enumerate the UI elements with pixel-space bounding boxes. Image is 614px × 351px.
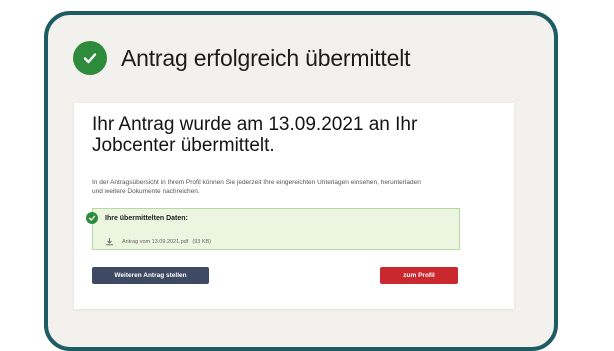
file-size: (93 KB) (192, 239, 212, 245)
submitted-data-box: Ihre übermittelten Daten: Antrag vom 13.… (86, 208, 460, 251)
success-header: Antrag erfolgreich übermittelt (73, 41, 411, 75)
new-application-button[interactable]: Weiteren Antrag stellen (92, 267, 209, 284)
page-title: Antrag erfolgreich übermittelt (121, 44, 411, 71)
confirmation-heading: Ihr Antrag wurde am 13.09.2021 an Ihr Jo… (92, 114, 418, 156)
check-circle-icon (86, 212, 98, 224)
check-circle-icon (73, 41, 107, 75)
download-icon[interactable] (105, 233, 114, 251)
file-link[interactable]: Antrag vom 13.09.2021.pdf (122, 239, 188, 245)
submitted-data-title: Ihre übermittelten Daten: (105, 215, 188, 222)
to-profile-button[interactable]: zum Profil (380, 267, 458, 284)
confirmation-card: Ihr Antrag wurde am 13.09.2021 an Ihr Jo… (74, 103, 514, 309)
file-row[interactable]: Antrag vom 13.09.2021.pdf (93 KB) (105, 233, 211, 251)
device-frame: Antrag erfolgreich übermittelt Ihr Antra… (44, 11, 558, 351)
confirmation-description: In der Antragsübersicht in Ihrem Profil … (92, 179, 421, 195)
